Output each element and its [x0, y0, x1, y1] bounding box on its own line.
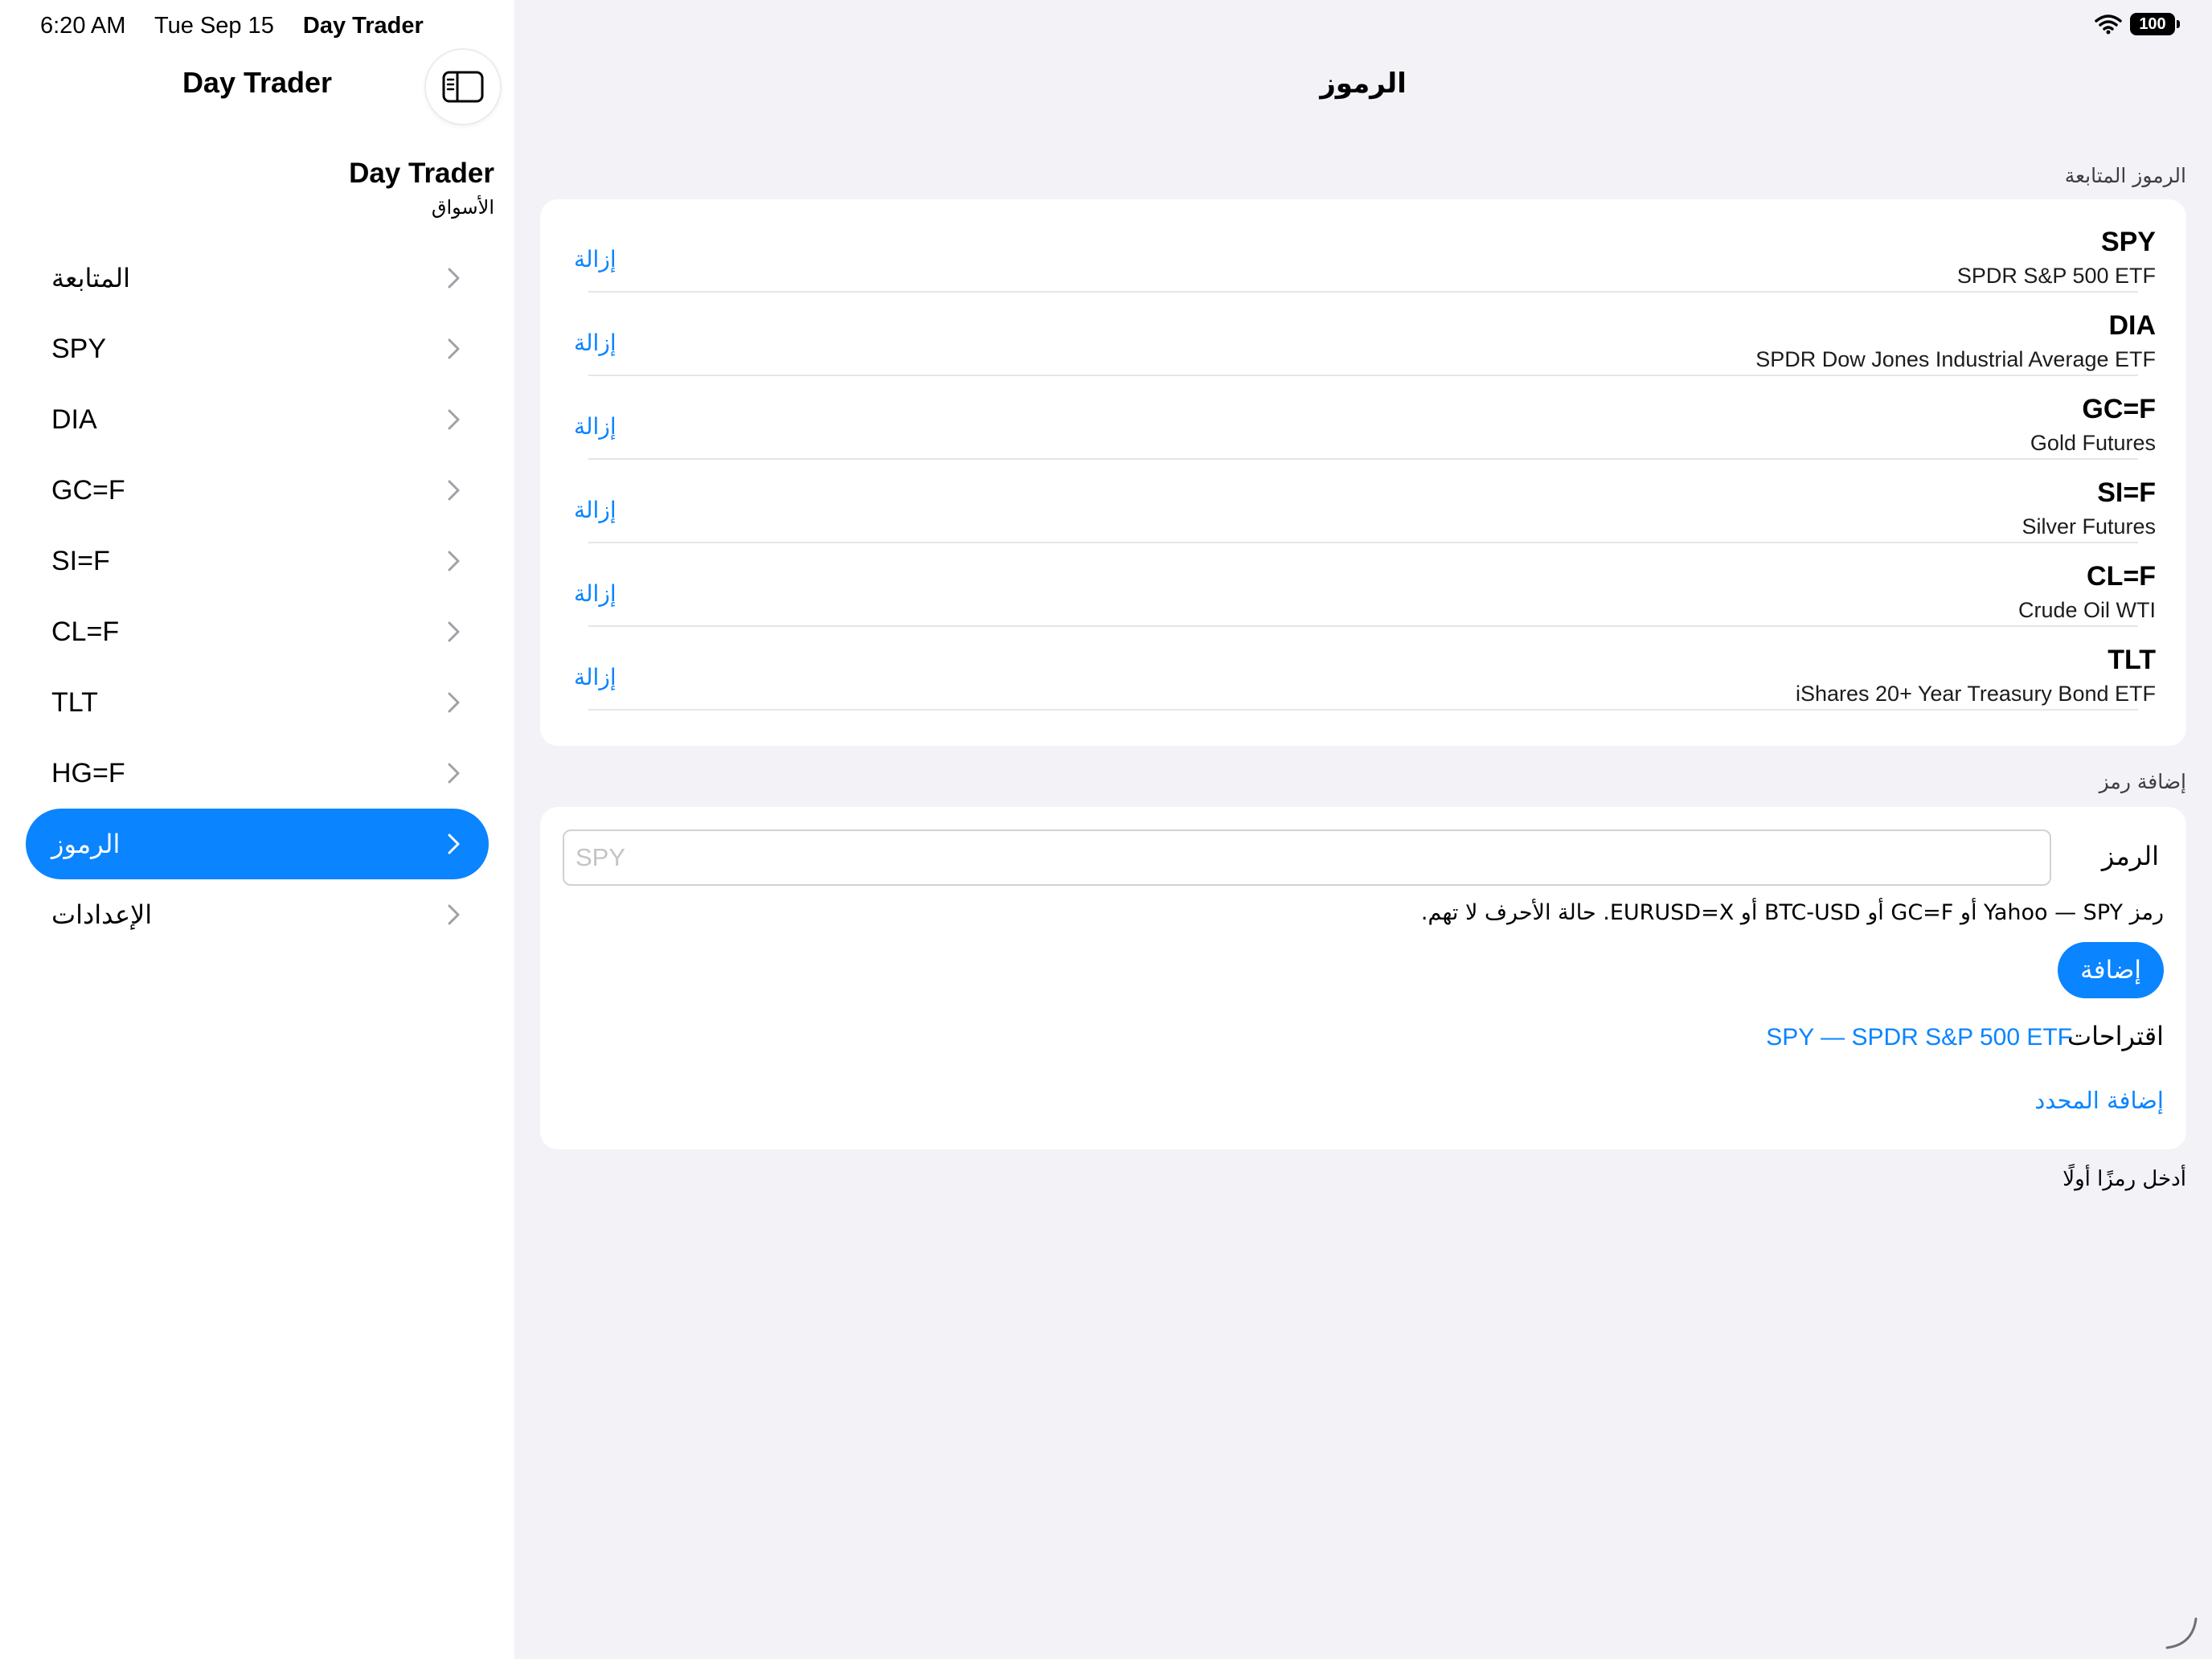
sidebar-item-sif[interactable]: SI=F [26, 526, 489, 596]
sidebar-item-label: المتابعة [51, 263, 131, 293]
symbol-ticker: CL=F [2087, 561, 2156, 592]
wifi-icon [2095, 14, 2122, 35]
sidebar-item-settings[interactable]: الإعدادات [26, 879, 489, 950]
battery-level: 100 [2139, 14, 2166, 33]
sidebar: 6:20 AM Tue Sep 15 Day Trader Day Trader… [0, 0, 514, 1659]
status-app-name: Day Trader [302, 13, 424, 39]
chevron-right-icon [448, 834, 460, 854]
sidebar-item-spy[interactable]: SPY [26, 313, 489, 384]
sidebar-item-tlt[interactable]: TLT [26, 667, 489, 738]
symbol-hint: رمز Yahoo — SPY أو GC=F أو BTC-USD أو EU… [1420, 900, 2164, 925]
status-bar-right: 100 [2095, 13, 2180, 35]
table-row: CL=F Crude Oil WTI إزالة [540, 543, 2186, 627]
symbol-name: Gold Futures [2030, 431, 2156, 455]
sidebar-item-label: الإعدادات [51, 899, 153, 930]
status-date: Tue Sep 15 [154, 13, 274, 39]
tracked-section-header: الرموز المتابعة [2064, 164, 2186, 187]
symbol-ticker: TLT [2108, 645, 2156, 675]
sidebar-toggle-button[interactable] [426, 50, 500, 124]
sidebar-item-label: TLT [51, 686, 98, 718]
footer-note: أدخل رمزًا أولًا [2062, 1167, 2186, 1191]
remove-button[interactable]: إزالة [574, 580, 616, 607]
symbol-name: SPDR Dow Jones Industrial Average ETF [1755, 347, 2156, 371]
chevron-right-icon [448, 409, 460, 430]
sidebar-app-name: Day Trader [349, 158, 494, 189]
sidebar-item-hgf[interactable]: HG=F [26, 738, 489, 809]
remove-button[interactable]: إزالة [574, 246, 616, 272]
remove-button[interactable]: إزالة [574, 497, 616, 523]
symbol-input[interactable] [563, 830, 2051, 886]
sidebar-item-label: SPY [51, 333, 107, 364]
symbol-ticker: SPY [2100, 227, 2156, 257]
sidebar-toggle-icon [442, 71, 484, 103]
sidebar-item-label: DIA [51, 403, 97, 435]
sidebar-item-watchlist[interactable]: المتابعة [26, 243, 489, 313]
sidebar-item-clf[interactable]: CL=F [26, 596, 489, 667]
sidebar-item-dia[interactable]: DIA [26, 384, 489, 455]
sidebar-item-symbols[interactable]: الرموز [26, 809, 489, 879]
symbol-name: Silver Futures [2022, 514, 2156, 539]
symbol-name: SPDR S&P 500 ETF [1956, 264, 2156, 288]
chevron-right-icon [448, 338, 460, 359]
chevron-right-icon [448, 692, 460, 713]
table-row: DIA SPDR Dow Jones Industrial Average ET… [540, 293, 2186, 376]
symbol-ticker: DIA [2108, 310, 2156, 341]
remove-button[interactable]: إزالة [574, 330, 616, 356]
suggestions-picker[interactable]: SPY — SPDR S&P 500 ETF [1766, 1024, 2072, 1051]
row-divider [588, 709, 2138, 711]
suggestions-label: اقتراحات [2067, 1021, 2164, 1051]
table-row: SPY SPDR S&P 500 ETF إزالة [540, 209, 2186, 293]
table-row: GC=F Gold Futures إزالة [540, 376, 2186, 460]
add-symbol-card: الرمز رمز Yahoo — SPY أو GC=F أو BTC-USD… [540, 807, 2186, 1149]
chevron-right-icon [448, 268, 460, 289]
sidebar-item-label: الرموز [51, 829, 121, 859]
sidebar-item-label: HG=F [51, 757, 125, 789]
status-bar-left: 6:20 AM Tue Sep 15 Day Trader [40, 11, 446, 40]
sidebar-app-subtitle: الأسواق [431, 197, 494, 219]
add-section-header: إضافة رمز [2099, 770, 2186, 793]
remove-button[interactable]: إزالة [574, 413, 616, 440]
sidebar-item-label: GC=F [51, 474, 125, 506]
page-title: الرموز [1320, 68, 1407, 100]
sidebar-item-label: SI=F [51, 545, 110, 576]
add-button[interactable]: إضافة [2058, 942, 2164, 998]
table-row: SI=F Silver Futures إزالة [540, 460, 2186, 543]
sidebar-list: المتابعة SPY DIA GC=F SI=F CL=F TLT HG=F… [26, 243, 489, 950]
add-selected-button[interactable]: إضافة المحدد [2034, 1087, 2164, 1114]
symbol-name: iShares 20+ Year Treasury Bond ETF [1795, 682, 2156, 706]
resize-handle-icon[interactable] [2161, 1612, 2199, 1651]
chevron-right-icon [448, 763, 460, 784]
sidebar-item-gcf[interactable]: GC=F [26, 455, 489, 526]
symbol-field-label: الرمز [2101, 841, 2159, 871]
status-time: 6:20 AM [40, 13, 126, 39]
chevron-right-icon [448, 904, 460, 925]
sidebar-item-label: CL=F [51, 616, 120, 647]
tracked-symbols-card: SPY SPDR S&P 500 ETF إزالة DIA SPDR Dow … [540, 199, 2186, 746]
chevron-right-icon [448, 480, 460, 501]
table-row: TLT iShares 20+ Year Treasury Bond ETF إ… [540, 627, 2186, 711]
symbol-ticker: SI=F [2097, 477, 2156, 508]
chevron-right-icon [448, 551, 460, 571]
chevron-right-icon [448, 621, 460, 642]
battery-icon: 100 [2130, 13, 2180, 35]
symbol-ticker: GC=F [2082, 394, 2156, 424]
symbol-name: Crude Oil WTI [2017, 598, 2156, 622]
remove-button[interactable]: إزالة [574, 664, 616, 690]
